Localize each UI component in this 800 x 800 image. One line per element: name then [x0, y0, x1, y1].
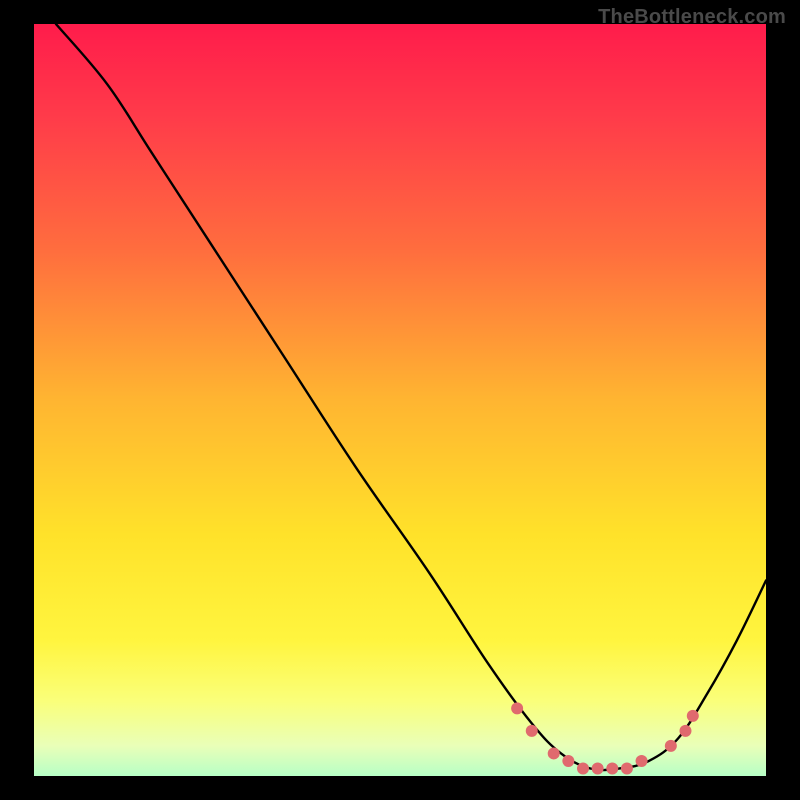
highlight-dot: [511, 702, 523, 714]
watermark-text: TheBottleneck.com: [598, 6, 786, 29]
highlight-dot: [548, 747, 560, 759]
highlight-dot: [679, 725, 691, 737]
highlight-dot: [621, 762, 633, 774]
highlight-dot: [687, 710, 699, 722]
highlight-dot: [636, 755, 648, 767]
highlight-dot: [606, 762, 618, 774]
dots-svg: [34, 24, 766, 776]
highlight-dot: [526, 725, 538, 737]
highlight-dot: [665, 740, 677, 752]
highlight-dot: [562, 755, 574, 767]
highlight-dots-group: [511, 702, 699, 774]
plot-area: [34, 24, 766, 776]
highlight-dot: [577, 762, 589, 774]
highlight-dot: [592, 762, 604, 774]
stage: TheBottleneck.com: [0, 0, 800, 800]
